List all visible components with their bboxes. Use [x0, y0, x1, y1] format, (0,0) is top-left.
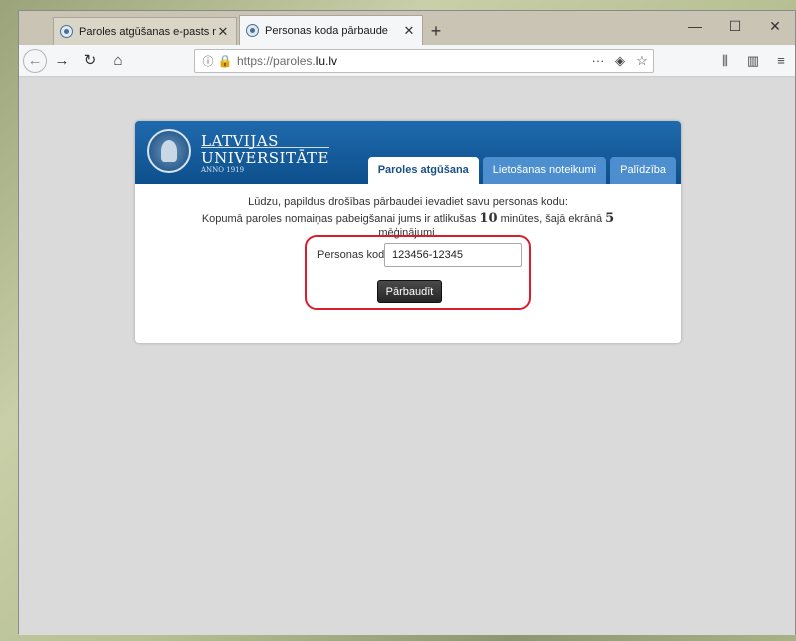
- new-tab-button[interactable]: +: [423, 17, 449, 45]
- browser-tab-personas-kods[interactable]: Personas koda pārbaude ✕: [239, 15, 423, 45]
- personal-code-form: Personas kods: Pārbaudīt: [305, 235, 531, 310]
- tab-strip: Paroles atgūšanas e-pasts nosū ✕ Persona…: [19, 11, 795, 45]
- verify-button[interactable]: Pārbaudīt: [377, 280, 442, 303]
- logo-text-universitate: UNIVERSITĀTE: [201, 147, 329, 167]
- library-icon[interactable]: ⫼: [711, 49, 739, 73]
- logo-text-anno: ANNO 1919: [201, 166, 245, 174]
- info-icon[interactable]: ⓘ: [199, 53, 217, 69]
- browser-window: Paroles atgūšanas e-pasts nosū ✕ Persona…: [18, 10, 796, 635]
- tab-close-icon[interactable]: ✕: [216, 24, 230, 40]
- minutes-value: 10: [479, 211, 498, 226]
- url-text[interactable]: https://paroles.lu.lv: [237, 54, 337, 68]
- reload-icon[interactable]: ↻: [77, 48, 103, 74]
- lock-icon[interactable]: 🔒: [217, 54, 233, 68]
- url-bar[interactable]: ⓘ 🔒 https://paroles.lu.lv ··· ◈ ☆: [194, 49, 654, 73]
- time-remaining-text: Kopumā paroles nomaiņas pabeigšanai jums…: [201, 211, 615, 226]
- menu-icon[interactable]: ≡: [767, 49, 795, 73]
- toolbar-right: ⫼ ▥ ≡: [711, 49, 795, 73]
- personal-code-input[interactable]: [384, 243, 522, 267]
- tab-title: Paroles atgūšanas e-pasts nosū: [79, 25, 216, 38]
- personal-code-label: Personas kods:: [317, 249, 393, 261]
- tab-paroles-atgusana[interactable]: Paroles atgūšana: [367, 157, 479, 184]
- site-favicon-icon: [60, 25, 73, 38]
- maximize-icon[interactable]: ☐: [715, 11, 755, 41]
- tab-close-icon[interactable]: ✕: [402, 23, 416, 39]
- card-header: LATVIJAS UNIVERSITĀTE ANNO 1919 Paroles …: [135, 121, 681, 184]
- password-recovery-card: LATVIJAS UNIVERSITĀTE ANNO 1919 Paroles …: [135, 121, 681, 343]
- tab-lietosanas-noteikumi[interactable]: Lietošanas noteikumi: [482, 157, 607, 184]
- card-body: Lūdzu, papildus drošības pārbaudei ievad…: [135, 184, 681, 239]
- pocket-icon[interactable]: ◈: [609, 53, 631, 69]
- url-actions: ··· ◈ ☆: [587, 53, 653, 69]
- minimize-icon[interactable]: —: [675, 11, 715, 41]
- browser-tab-email[interactable]: Paroles atgūšanas e-pasts nosū ✕: [53, 17, 237, 45]
- instruction-text: Lūdzu, papildus drošības pārbaudei ievad…: [248, 196, 568, 208]
- attempts-value: 5: [605, 211, 615, 226]
- home-icon[interactable]: ⌂: [105, 48, 131, 74]
- back-arrow-icon[interactable]: ←: [23, 48, 47, 73]
- page-content: LATVIJAS UNIVERSITĀTE ANNO 1919 Paroles …: [19, 78, 795, 635]
- sidebar-icon[interactable]: ▥: [739, 49, 767, 73]
- more-icon[interactable]: ···: [587, 53, 609, 69]
- star-icon[interactable]: ☆: [631, 53, 653, 69]
- navigation-toolbar: ← → ↻ ⌂ ⓘ 🔒 https://paroles.lu.lv ··· ◈ …: [19, 45, 795, 77]
- window-controls: — ☐ ✕: [675, 11, 795, 41]
- close-icon[interactable]: ✕: [755, 11, 795, 41]
- tab-palidziba[interactable]: Palīdzība: [610, 157, 676, 184]
- site-nav-tabs: Paroles atgūšana Lietošanas noteikumi Pa…: [367, 157, 676, 184]
- forward-arrow-icon[interactable]: →: [49, 48, 75, 74]
- site-favicon-icon: [246, 24, 259, 37]
- tab-title: Personas koda pārbaude: [265, 24, 388, 37]
- university-seal-icon: [147, 129, 191, 173]
